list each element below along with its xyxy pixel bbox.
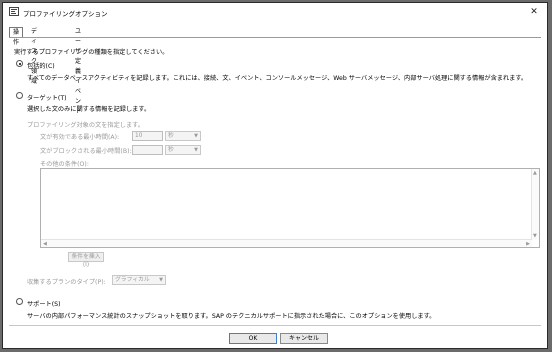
close-icon[interactable]: ✕ [527,5,541,19]
min-block-unit-select[interactable]: 秒 ▼ [165,145,201,155]
scroll-right-icon[interactable]: ▶ [526,241,530,247]
comprehensive-description: すべてのデータベースアクティビティを記録します。これには、接続、文、イベント、コ… [27,75,528,82]
chevron-down-icon: ▼ [194,147,198,153]
targeted-heading: プロファイリング対象の文を指定します。 [27,122,144,129]
plan-type-value: グラフィカル [115,277,150,283]
min-block-label: 文がブロックされる最小時間(B): [40,148,132,155]
min-exec-unit-value: 秒 [168,133,174,139]
plan-type-label: 収集するプランのタイプ(P): [27,279,106,286]
support-description: サーバの内部パフォーマンス統計のスナップショットを取ります。SAP のテクニカル… [27,313,436,320]
radio-support[interactable] [16,298,23,305]
radio-comprehensive[interactable] [16,60,23,67]
min-block-unit-value: 秒 [168,147,174,153]
cancel-button[interactable]: キャンセル [280,333,328,344]
plan-type-select[interactable]: グラフィカル ▼ [112,275,166,285]
tab-disk-space[interactable]: ディスク領域 [28,27,40,85]
cancel-button-label: キャンセル [288,335,319,342]
min-exec-time-input[interactable]: 10 [132,131,163,141]
other-conditions-label: その他の条件(O): [40,161,89,168]
radio-support-label[interactable]: サポート(S) [27,299,61,308]
radio-targeted[interactable] [16,92,23,99]
vertical-scrollbar[interactable]: ▲ ▼ [531,169,539,240]
scroll-up-icon[interactable]: ▲ [533,170,537,176]
chevron-down-icon: ▼ [159,277,163,283]
radio-comprehensive-label[interactable]: 包括的(C) [27,61,55,70]
profiling-app-icon [9,7,19,16]
scroll-left-icon[interactable]: ◀ [43,241,47,247]
scroll-down-icon[interactable]: ▼ [533,233,537,239]
chevron-down-icon: ▼ [194,133,198,139]
radio-targeted-label[interactable]: ターゲット(T) [27,93,67,102]
instruction-text: 実行するプロファイリングの種類を指定してください。 [14,49,169,56]
ok-button-label: OK [248,335,258,342]
tab-user-defined-events[interactable]: ユーザ定義イベント [72,27,84,115]
title-bar: プロファイリングオプション ✕ [3,3,547,21]
min-block-time-input[interactable] [132,145,163,155]
targeted-description: 選択した文のみに関する情報を記録します。 [27,106,151,113]
tab-operation[interactable]: 操作 [9,27,24,46]
other-conditions-textarea[interactable]: ▲ ▼ ◀ ▶ [40,168,540,248]
ok-button[interactable]: OK [229,333,277,344]
insert-condition-label: 条件を挿入(I) [71,254,101,268]
horizontal-scrollbar[interactable]: ◀ ▶ [41,239,532,247]
min-exec-label: 文が有効である最小時間(A): [40,134,120,141]
min-exec-unit-select[interactable]: 秒 ▼ [165,131,201,141]
insert-condition-button[interactable]: 条件を挿入(I) [68,252,104,268]
footer-divider [9,325,541,326]
profiling-options-dialog: プロファイリングオプション ✕ 操作 ディスク領域 ユーザ定義イベント 実行する… [2,2,548,349]
tab-divider [9,37,541,38]
window-title: プロファイリングオプション [23,10,108,18]
